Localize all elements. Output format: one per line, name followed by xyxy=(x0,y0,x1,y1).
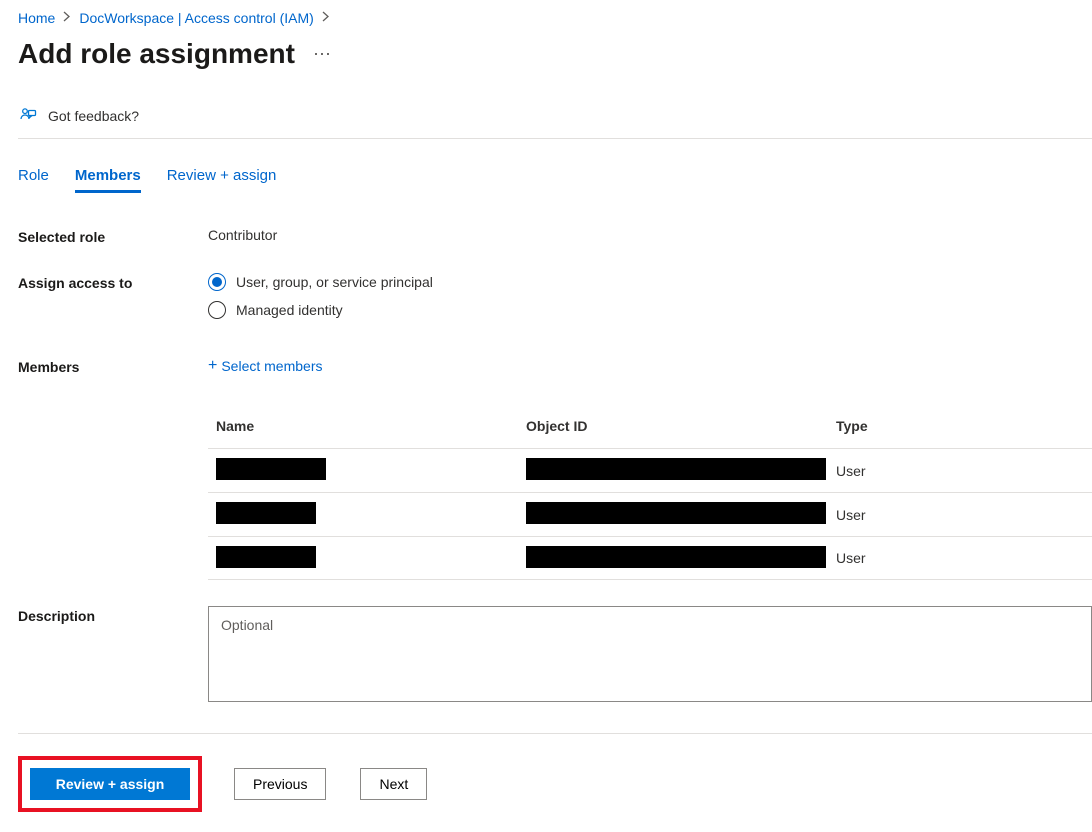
description-textarea[interactable] xyxy=(208,606,1092,702)
tabs: Role Members Review + assign xyxy=(18,167,1092,193)
redacted-object-id xyxy=(526,502,826,524)
value-selected-role: Contributor xyxy=(208,227,1092,243)
cell-type: User xyxy=(836,550,1084,566)
button-bar: Review + assign Previous Next xyxy=(18,733,1092,812)
tab-role[interactable]: Role xyxy=(18,167,49,193)
breadcrumb-parent[interactable]: DocWorkspace | Access control (IAM) xyxy=(79,10,313,26)
col-name: Name xyxy=(216,418,526,434)
table-row: User xyxy=(208,536,1092,580)
feedback-icon xyxy=(18,106,38,126)
redacted-object-id xyxy=(526,546,826,568)
members-table: Name Object ID Type User User xyxy=(208,404,1092,580)
radio-icon xyxy=(208,301,226,319)
tab-review-assign[interactable]: Review + assign xyxy=(167,167,277,193)
redacted-name xyxy=(216,502,316,524)
previous-button[interactable]: Previous xyxy=(234,768,326,800)
radio-icon xyxy=(208,273,226,291)
plus-icon: + xyxy=(208,358,217,374)
row-members: Members + Select members Name Object ID … xyxy=(18,357,1092,580)
radio-user-group-sp-label: User, group, or service principal xyxy=(236,274,433,290)
label-selected-role: Selected role xyxy=(18,227,208,245)
select-members-label: Select members xyxy=(221,358,322,374)
label-assign-access-to: Assign access to xyxy=(18,273,208,291)
row-description: Description xyxy=(18,606,1092,705)
review-assign-button[interactable]: Review + assign xyxy=(30,768,190,800)
next-button[interactable]: Next xyxy=(360,768,427,800)
cell-type: User xyxy=(836,463,1084,479)
col-type: Type xyxy=(836,418,1084,434)
label-description: Description xyxy=(18,606,208,624)
page-title: Add role assignment xyxy=(18,38,295,70)
breadcrumb-home[interactable]: Home xyxy=(18,10,55,26)
redacted-name xyxy=(216,546,316,568)
col-object-id: Object ID xyxy=(526,418,836,434)
chevron-right-icon xyxy=(322,11,330,25)
highlight-frame: Review + assign xyxy=(18,756,202,812)
row-assign-access-to: Assign access to User, group, or service… xyxy=(18,273,1092,329)
row-selected-role: Selected role Contributor xyxy=(18,227,1092,245)
feedback-bar[interactable]: Got feedback? xyxy=(18,106,1092,139)
radio-user-group-sp[interactable]: User, group, or service principal xyxy=(208,273,1092,291)
table-row: User xyxy=(208,448,1092,492)
redacted-name xyxy=(216,458,326,480)
redacted-object-id xyxy=(526,458,826,480)
feedback-label: Got feedback? xyxy=(48,108,139,124)
tab-members[interactable]: Members xyxy=(75,167,141,193)
label-members: Members xyxy=(18,357,208,375)
select-members-link[interactable]: + Select members xyxy=(208,358,323,374)
more-actions-icon[interactable]: ⋯ xyxy=(313,44,333,65)
chevron-right-icon xyxy=(63,11,71,25)
radio-managed-identity-label: Managed identity xyxy=(236,302,343,318)
cell-type: User xyxy=(836,507,1084,523)
breadcrumb: Home DocWorkspace | Access control (IAM) xyxy=(18,0,1092,26)
radio-managed-identity[interactable]: Managed identity xyxy=(208,301,1092,319)
table-row: User xyxy=(208,492,1092,536)
